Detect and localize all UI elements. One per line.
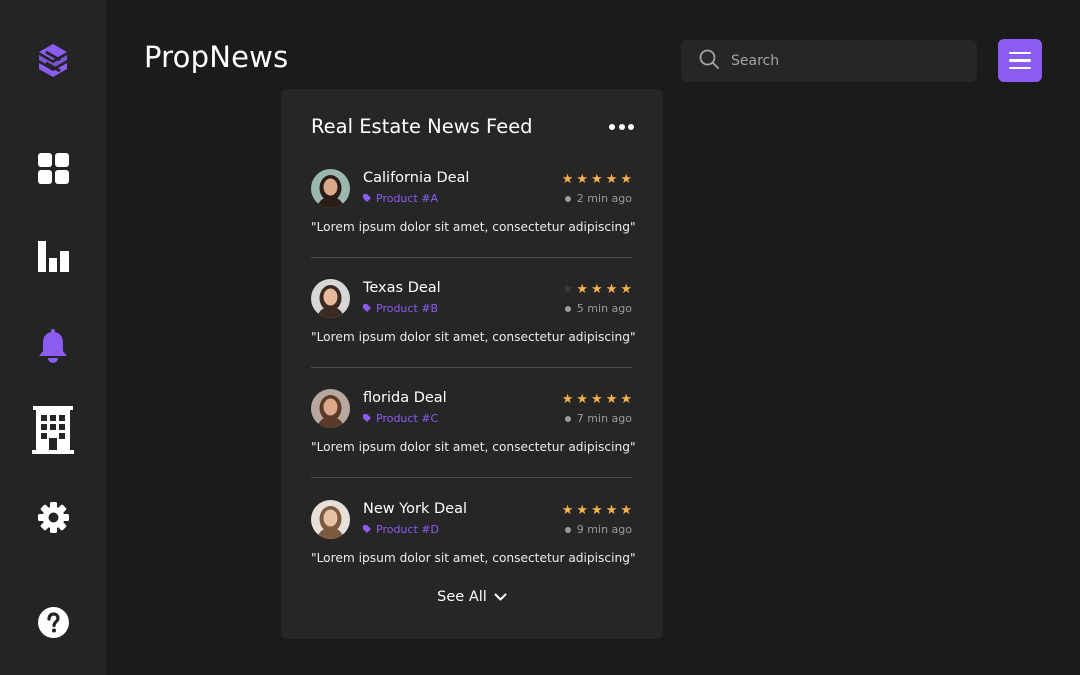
star-icon: ★ bbox=[591, 282, 603, 297]
feed-item-text: "Lorem ipsum dolor sit amet, consectetur… bbox=[311, 220, 636, 234]
search-input[interactable] bbox=[731, 53, 951, 69]
logo-icon[interactable] bbox=[0, 41, 106, 81]
deal-name[interactable]: California Deal bbox=[363, 170, 469, 186]
rating-stars: ★ ★ ★ ★ ★ bbox=[562, 173, 632, 186]
clock-icon bbox=[564, 526, 571, 533]
star-icon: ★ bbox=[605, 503, 618, 518]
feed-item[interactable]: California Deal Product #A ★ ★ ★ ★ ★ 2 min a… bbox=[311, 169, 636, 279]
star-icon: ★ bbox=[620, 282, 632, 297]
menu-button[interactable] bbox=[998, 39, 1042, 82]
deal-name[interactable]: New York Deal bbox=[363, 501, 467, 517]
rating-stars: ★ ★ ★ ★ ★ bbox=[562, 283, 632, 296]
star-icon: ★ bbox=[605, 282, 618, 297]
avatar bbox=[311, 389, 350, 428]
news-feed-card: Real Estate News Feed California Deal Pr… bbox=[281, 89, 663, 639]
time-label: 9 min ago bbox=[576, 523, 632, 536]
clock-icon bbox=[564, 305, 571, 312]
star-icon: ★ bbox=[561, 392, 574, 407]
product-label: Product #D bbox=[376, 523, 439, 536]
product-tag[interactable]: Product #C bbox=[363, 412, 438, 425]
star-icon: ★ bbox=[576, 392, 589, 407]
help-icon[interactable] bbox=[0, 606, 106, 638]
time-label: 7 min ago bbox=[576, 412, 632, 425]
feed-item-text: "Lorem ipsum dolor sit amet, consectetur… bbox=[311, 440, 636, 454]
search-box[interactable] bbox=[681, 40, 977, 82]
timestamp: 9 min ago bbox=[564, 523, 632, 536]
feed-item[interactable]: Texas Deal Product #B ★ ★ ★ ★ ★ 5 min ago "L… bbox=[311, 279, 636, 389]
bar-chart-icon[interactable] bbox=[0, 240, 106, 272]
grid-icon[interactable] bbox=[0, 152, 106, 184]
avatar bbox=[311, 279, 350, 318]
tag-icon bbox=[363, 192, 371, 205]
deal-name[interactable]: Texas Deal bbox=[363, 280, 441, 296]
chevron-down-icon bbox=[494, 593, 507, 600]
see-all-button[interactable]: See All bbox=[281, 589, 663, 605]
tag-icon bbox=[363, 412, 371, 425]
avatar bbox=[311, 500, 350, 539]
divider bbox=[311, 257, 632, 258]
tag-icon bbox=[363, 302, 371, 315]
gear-icon[interactable] bbox=[0, 501, 106, 533]
star-icon: ★ bbox=[620, 503, 632, 518]
product-label: Product #A bbox=[376, 192, 439, 205]
time-label: 5 min ago bbox=[576, 302, 632, 315]
star-icon: ★ bbox=[576, 172, 589, 187]
star-icon: ★ bbox=[561, 172, 574, 187]
star-icon: ★ bbox=[591, 172, 603, 187]
product-label: Product #C bbox=[376, 412, 439, 425]
search-icon bbox=[699, 49, 719, 73]
avatar bbox=[311, 169, 350, 208]
clock-icon bbox=[564, 415, 571, 422]
product-tag[interactable]: Product #A bbox=[363, 192, 438, 205]
feed-item[interactable]: florida Deal Product #C ★ ★ ★ ★ ★ 7 min ago … bbox=[311, 389, 636, 499]
timestamp: 7 min ago bbox=[564, 412, 632, 425]
rating-stars: ★ ★ ★ ★ ★ bbox=[562, 393, 632, 406]
product-tag[interactable]: Product #D bbox=[363, 523, 439, 536]
rating-stars: ★ ★ ★ ★ ★ bbox=[562, 504, 632, 517]
bell-icon[interactable] bbox=[0, 328, 106, 364]
see-all-label: See All bbox=[437, 589, 487, 605]
product-label: Product #B bbox=[376, 302, 439, 315]
feed-item-text: "Lorem ipsum dolor sit amet, consectetur… bbox=[311, 551, 636, 565]
timestamp: 2 min ago bbox=[564, 192, 632, 205]
tag-icon bbox=[363, 523, 371, 536]
timestamp: 5 min ago bbox=[564, 302, 632, 315]
star-icon: ★ bbox=[576, 503, 589, 518]
product-tag[interactable]: Product #B bbox=[363, 302, 438, 315]
star-icon: ★ bbox=[591, 503, 603, 518]
sidebar bbox=[0, 0, 106, 675]
star-icon: ★ bbox=[576, 282, 589, 297]
hamburger-icon bbox=[1009, 51, 1031, 55]
divider bbox=[311, 477, 632, 478]
divider bbox=[311, 367, 632, 368]
app-title: PropNews bbox=[144, 40, 289, 74]
clock-icon bbox=[564, 195, 571, 202]
star-icon: ★ bbox=[561, 503, 574, 518]
star-icon: ★ bbox=[591, 392, 603, 407]
time-label: 2 min ago bbox=[576, 192, 632, 205]
building-icon[interactable] bbox=[0, 405, 106, 455]
feed-item-text: "Lorem ipsum dolor sit amet, consectetur… bbox=[311, 330, 636, 344]
deal-name[interactable]: florida Deal bbox=[363, 390, 447, 406]
star-icon: ★ bbox=[561, 282, 574, 297]
star-icon: ★ bbox=[605, 392, 618, 407]
star-icon: ★ bbox=[620, 172, 632, 187]
star-icon: ★ bbox=[620, 392, 632, 407]
more-options-icon[interactable] bbox=[609, 124, 634, 130]
feed-title: Real Estate News Feed bbox=[311, 115, 533, 138]
star-icon: ★ bbox=[605, 172, 618, 187]
